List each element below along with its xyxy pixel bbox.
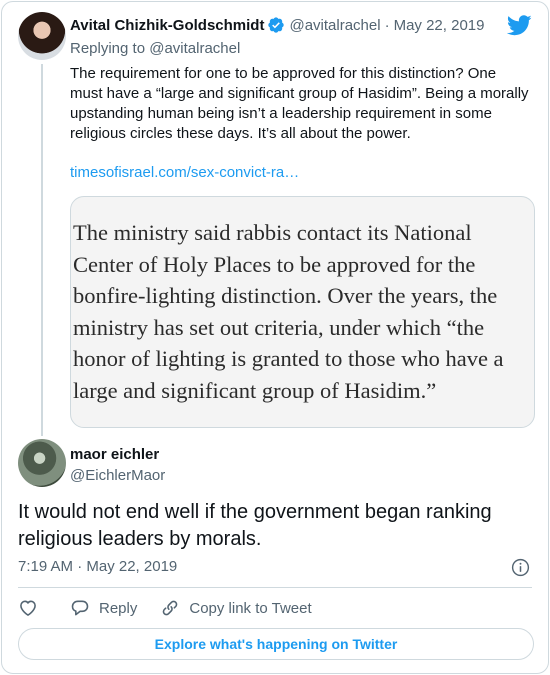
copy-link-label: Copy link to Tweet xyxy=(189,599,312,617)
article-link[interactable]: timesofisrael.com/sex-convict-ra… xyxy=(70,164,299,181)
reply-label: Reply xyxy=(99,599,138,617)
like-button[interactable] xyxy=(18,598,38,618)
replying-to-label: Replying to @avitalrachel xyxy=(70,40,241,57)
article-excerpt-image[interactable]: The ministry said rabbis contact its Nat… xyxy=(70,196,535,428)
twitter-bird-icon[interactable] xyxy=(507,15,532,36)
thread-connector-line xyxy=(41,64,43,436)
article-excerpt-text: The ministry said rabbis contact its Nat… xyxy=(73,220,504,403)
reply-button[interactable]: Reply xyxy=(70,598,137,618)
parent-date[interactable]: May 22, 2019 xyxy=(394,17,485,34)
explore-twitter-button[interactable]: Explore what's happening on Twitter xyxy=(18,628,534,660)
parent-author-name[interactable]: Avital Chizhik-Goldschmidt xyxy=(70,17,264,34)
tweet-actions: Reply Copy link to Tweet xyxy=(18,598,312,618)
parent-author-handle[interactable]: @avitalrachel xyxy=(289,17,380,34)
copy-link-button[interactable]: Copy link to Tweet xyxy=(160,598,312,618)
tweet-text: It would not end well if the government … xyxy=(18,501,492,550)
info-icon[interactable] xyxy=(511,558,530,577)
parent-avatar[interactable] xyxy=(18,12,66,60)
parent-header: Avital Chizhik-Goldschmidt @avitalrachel… xyxy=(70,16,484,34)
verified-badge-icon xyxy=(268,17,285,33)
heart-icon xyxy=(20,600,36,616)
actions-divider xyxy=(18,587,532,588)
reply-bubble-icon xyxy=(71,600,89,616)
parent-tweet-text: The requirement for one to be approved f… xyxy=(70,65,529,142)
author-handle[interactable]: @EichlerMaor xyxy=(70,467,165,484)
link-icon xyxy=(163,600,178,616)
author-avatar[interactable] xyxy=(18,439,66,487)
author-name[interactable]: maor eichler xyxy=(70,446,159,463)
tweet-timestamp[interactable]: 7:19 AM · May 22, 2019 xyxy=(18,558,177,575)
embedded-tweet-card: Avital Chizhik-Goldschmidt @avitalrachel… xyxy=(1,1,549,674)
header-separator: · xyxy=(384,16,390,34)
